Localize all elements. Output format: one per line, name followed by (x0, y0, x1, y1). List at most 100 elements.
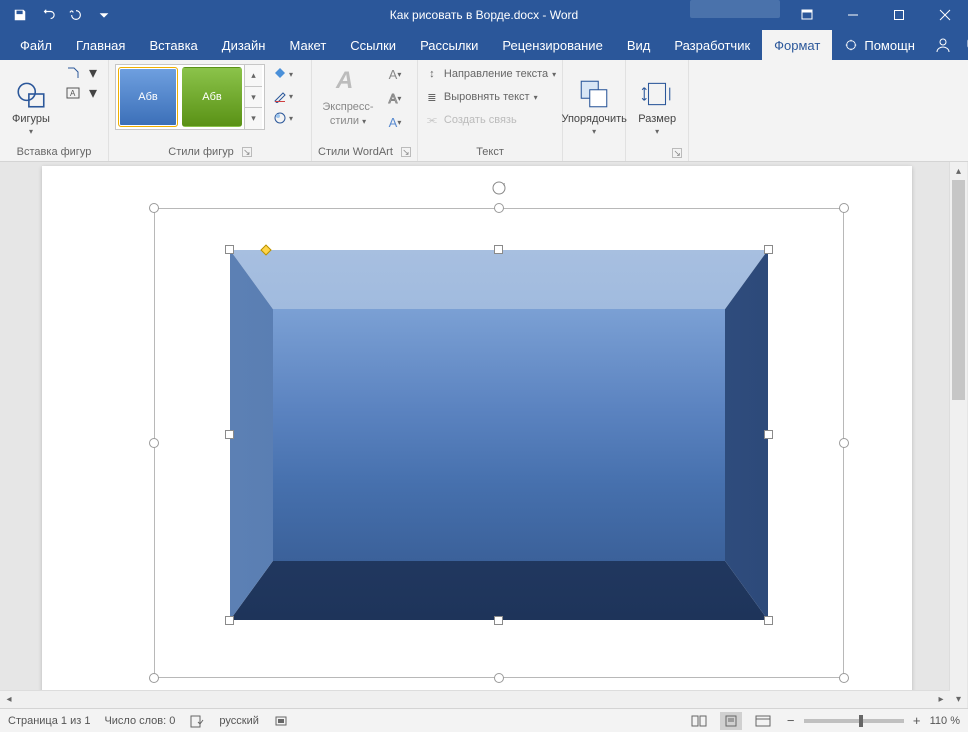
resize-handle[interactable] (149, 203, 159, 213)
scroll-left-button[interactable]: ◂ (0, 691, 18, 708)
dialog-launcher-icon[interactable]: ↘ (242, 147, 252, 157)
edit-shape-button[interactable] (64, 64, 82, 82)
gallery-more-button[interactable]: ▾ (245, 108, 262, 129)
resize-handle[interactable] (149, 673, 159, 683)
chevron-down-icon[interactable]: ▾ (84, 84, 102, 102)
read-mode-button[interactable] (688, 712, 710, 730)
align-text-button[interactable]: ≣Выровнять текст▾ (424, 87, 556, 107)
zoom-slider[interactable] (804, 719, 904, 723)
rotate-handle[interactable] (491, 180, 507, 196)
spellcheck-icon[interactable] (189, 713, 205, 729)
scroll-up-button[interactable]: ▴ (950, 162, 967, 180)
tab-mailings[interactable]: Рассылки (408, 30, 490, 60)
link-icon: ⫘ (424, 112, 440, 128)
page[interactable] (42, 166, 912, 708)
ribbon: Фигуры ▾ ▾ A ▾ Вставка фигур Абв Абв ▴ ▾… (0, 60, 968, 162)
tab-references[interactable]: Ссылки (338, 30, 408, 60)
ribbon-display-button[interactable] (784, 0, 830, 30)
account-box[interactable] (690, 0, 780, 18)
resize-handle[interactable] (494, 673, 504, 683)
tell-me-label: Помощн (864, 38, 915, 53)
group-label: Стили WordArt (318, 146, 393, 158)
shape-effects-button[interactable]: ▾ (273, 108, 305, 128)
size-label: Размер (638, 113, 676, 125)
gallery-down-button[interactable]: ▾ (245, 87, 262, 109)
status-bar: Страница 1 из 1 Число слов: 0 русский − … (0, 708, 968, 732)
tab-layout[interactable]: Макет (277, 30, 338, 60)
scroll-thumb[interactable] (952, 180, 965, 400)
scroll-down-button[interactable]: ▾ (950, 690, 967, 708)
tell-me-button[interactable]: Помощн (832, 38, 927, 53)
page-indicator[interactable]: Страница 1 из 1 (8, 715, 90, 727)
tab-developer[interactable]: Разработчик (662, 30, 762, 60)
resize-handle[interactable] (494, 203, 504, 213)
bevel-shape[interactable] (230, 250, 768, 620)
resize-handle[interactable] (764, 245, 773, 254)
text-fill-button[interactable]: A▾ (384, 64, 406, 84)
chevron-down-icon[interactable]: ▾ (84, 64, 102, 82)
shape-style-gallery[interactable]: Абв Абв ▴ ▾ ▾ (115, 64, 265, 130)
chevron-down-icon: ▾ (592, 127, 596, 136)
text-box-button[interactable]: A (64, 84, 82, 102)
print-layout-button[interactable] (720, 712, 742, 730)
svg-text:A: A (70, 89, 76, 98)
macro-icon[interactable] (273, 713, 289, 729)
resize-handle[interactable] (839, 673, 849, 683)
minimize-button[interactable] (830, 0, 876, 30)
resize-handle[interactable] (494, 616, 503, 625)
close-button[interactable] (922, 0, 968, 30)
text-outline-button[interactable]: A▾ (384, 88, 406, 108)
undo-button[interactable] (34, 1, 62, 29)
scroll-right-button[interactable]: ▸ (932, 691, 950, 708)
dialog-launcher-icon[interactable]: ↘ (401, 147, 411, 157)
create-link-button[interactable]: ⫘Создать связь (424, 110, 556, 130)
group-label: Вставка фигур (6, 144, 102, 161)
resize-handle[interactable] (225, 616, 234, 625)
tab-view[interactable]: Вид (615, 30, 663, 60)
dialog-launcher-icon[interactable]: ↘ (672, 148, 682, 158)
style-preset-2[interactable]: Абв (182, 67, 242, 127)
zoom-out-button[interactable]: − (784, 714, 798, 728)
shapes-button[interactable]: Фигуры ▾ (6, 64, 56, 136)
word-count[interactable]: Число слов: 0 (104, 715, 175, 727)
resize-handle[interactable] (839, 203, 849, 213)
tab-design[interactable]: Дизайн (210, 30, 278, 60)
group-arrange: Упорядочить ▾ (563, 60, 626, 161)
document-area: ▴ ▾ ◂ ▸ (0, 162, 968, 708)
redo-button[interactable] (62, 1, 90, 29)
resize-handle[interactable] (225, 245, 234, 254)
text-direction-button[interactable]: ↕Направление текста▾ (424, 64, 556, 84)
shape-fill-button[interactable]: ▾ (273, 64, 305, 84)
web-layout-button[interactable] (752, 712, 774, 730)
comments-icon[interactable] (963, 33, 968, 57)
wordart-icon: A (332, 64, 364, 99)
text-effects-button[interactable]: A▾ (384, 112, 406, 132)
resize-handle[interactable] (494, 245, 503, 254)
resize-handle[interactable] (764, 430, 773, 439)
arrange-button[interactable]: Упорядочить ▾ (569, 64, 619, 136)
resize-handle[interactable] (764, 616, 773, 625)
tab-file[interactable]: Файл (8, 30, 64, 60)
tab-format[interactable]: Формат (762, 30, 832, 60)
horizontal-scrollbar[interactable]: ◂ ▸ (0, 690, 950, 708)
style-preset-1[interactable]: Абв (118, 67, 178, 127)
chevron-down-icon: ▾ (655, 127, 659, 136)
quick-styles-button[interactable]: A Экспресс- стили ▾ (318, 64, 378, 127)
tab-insert[interactable]: Вставка (137, 30, 209, 60)
save-button[interactable] (6, 1, 34, 29)
tab-review[interactable]: Рецензирование (490, 30, 614, 60)
size-button[interactable]: Размер ▾ (632, 64, 682, 136)
qat-customize-button[interactable] (90, 1, 118, 29)
shape-outline-button[interactable]: ▾ (273, 86, 305, 106)
maximize-button[interactable] (876, 0, 922, 30)
tab-home[interactable]: Главная (64, 30, 137, 60)
resize-handle[interactable] (225, 430, 234, 439)
vertical-scrollbar[interactable]: ▴ ▾ (949, 162, 967, 708)
resize-handle[interactable] (839, 438, 849, 448)
zoom-in-button[interactable]: + (910, 714, 924, 728)
gallery-up-button[interactable]: ▴ (245, 65, 262, 87)
zoom-level[interactable]: 110 % (930, 715, 960, 727)
language-indicator[interactable]: русский (219, 715, 258, 727)
user-icon[interactable] (931, 33, 955, 57)
resize-handle[interactable] (149, 438, 159, 448)
